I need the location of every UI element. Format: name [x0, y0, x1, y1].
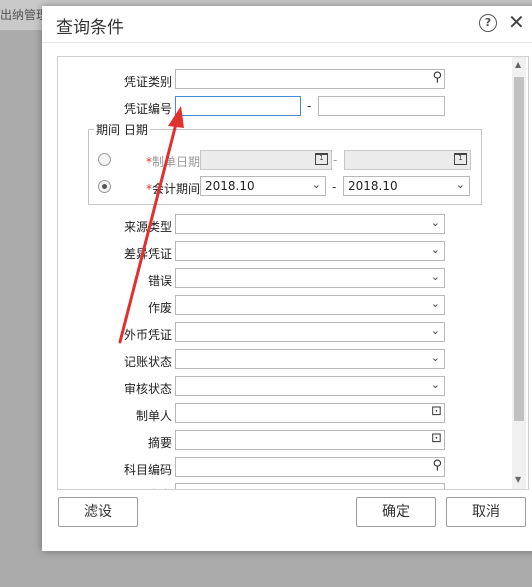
chevron-down-icon[interactable]: ⌄ — [431, 243, 440, 256]
chevron-down-icon[interactable]: ⌄ — [431, 351, 440, 364]
voucher-type-label: 凭证类别 — [123, 75, 172, 89]
preparer-field[interactable]: ⊡ — [175, 403, 445, 423]
voucher-number-separator: - — [307, 99, 312, 113]
chevron-down-icon[interactable]: ⌄ — [456, 178, 465, 191]
filter-settings-button[interactable]: 滤设 — [58, 497, 138, 527]
summary-field[interactable]: ⊡ — [175, 430, 445, 450]
posting-status-label: 记账状态 — [123, 355, 172, 369]
voucher-number-from-input[interactable] — [175, 96, 301, 116]
magnifier-icon[interactable]: ⚲ — [432, 70, 442, 85]
period-from-select[interactable]: 2018.10 ⌄ — [200, 176, 326, 196]
posting-status-select[interactable]: ⌄ — [175, 349, 445, 369]
help-icon[interactable]: ? — [479, 14, 497, 32]
void-select[interactable]: ⌄ — [175, 295, 445, 315]
magnifier-icon[interactable]: ⚲ — [432, 458, 442, 473]
scroll-up-icon[interactable]: ▲ — [515, 60, 521, 69]
scrollbar-thumb[interactable] — [514, 77, 524, 421]
direction-select[interactable]: ⌄ — [175, 483, 445, 489]
period-date-group-legend: 期间 日期 — [94, 121, 150, 138]
foreign-currency-label: 外币凭证 — [123, 328, 172, 342]
cancel-button[interactable]: 取消 — [446, 497, 526, 527]
scroll-down-icon[interactable]: ▼ — [515, 475, 521, 484]
dialog-title: 查询条件 — [56, 18, 124, 38]
lookup-list-icon[interactable]: ⊡ — [431, 431, 442, 446]
by-date-label: *制单日期 — [145, 155, 200, 169]
audit-status-select[interactable]: ⌄ — [175, 376, 445, 396]
direction-label: 方向 — [98, 486, 172, 489]
date-to-field[interactable]: 1 — [344, 150, 471, 170]
chevron-down-icon[interactable]: ⌄ — [431, 270, 440, 283]
diff-voucher-select[interactable]: ⌄ — [175, 241, 445, 261]
error-select[interactable]: ⌄ — [175, 268, 445, 288]
voucher-number-to-input[interactable] — [318, 96, 445, 116]
vertical-scrollbar[interactable]: ▲ ▼ — [512, 57, 526, 489]
conditions-panel: 凭证类别 ⚲ 凭证编号 - 期间 日期 *制单日期 1 - 1 *会计期间 20… — [57, 56, 529, 490]
account-code-label: 科目编码 — [123, 463, 172, 477]
background-tab-label[interactable]: 出纳管理 — [0, 6, 48, 23]
chevron-down-icon[interactable]: ⌄ — [431, 324, 440, 337]
chevron-down-icon[interactable]: ⌄ — [431, 216, 440, 229]
preparer-label: 制单人 — [135, 409, 172, 423]
chevron-down-icon[interactable]: ⌄ — [312, 178, 321, 191]
radio-by-period[interactable] — [98, 180, 111, 193]
chevron-down-icon[interactable]: ⌄ — [431, 485, 440, 489]
ok-button[interactable]: 确定 — [356, 497, 436, 527]
close-icon[interactable]: ✕ — [508, 10, 525, 34]
source-type-label: 来源类型 — [123, 220, 172, 234]
date-separator: - — [333, 153, 338, 167]
by-period-label: *会计期间 — [145, 182, 200, 196]
radio-by-date[interactable] — [98, 153, 111, 166]
chevron-down-icon[interactable]: ⌄ — [431, 378, 440, 391]
account-code-field[interactable]: ⚲ — [175, 457, 445, 477]
lookup-list-icon[interactable]: ⊡ — [431, 404, 442, 419]
voucher-type-field[interactable]: ⚲ — [175, 69, 445, 89]
foreign-currency-select[interactable]: ⌄ — [175, 322, 445, 342]
chevron-down-icon[interactable]: ⌄ — [431, 297, 440, 310]
diff-voucher-label: 差异凭证 — [123, 247, 172, 261]
date-from-field[interactable]: 1 — [200, 150, 332, 170]
title-divider — [42, 42, 532, 43]
query-conditions-dialog: 查询条件 ? ✕ 凭证类别 ⚲ 凭证编号 - 期间 日期 *制单日期 1 - 1… — [42, 6, 532, 551]
calendar-icon[interactable]: 1 — [454, 153, 467, 165]
void-label: 作废 — [147, 301, 172, 315]
error-label: 错误 — [147, 274, 172, 288]
period-to-select[interactable]: 2018.10 ⌄ — [343, 176, 470, 196]
source-type-select[interactable]: ⌄ — [175, 214, 445, 234]
summary-label: 摘要 — [147, 436, 172, 450]
voucher-number-label: 凭证编号 — [123, 102, 172, 116]
period-separator: - — [332, 180, 337, 194]
calendar-icon[interactable]: 1 — [315, 153, 328, 165]
audit-status-label: 审核状态 — [123, 382, 172, 396]
